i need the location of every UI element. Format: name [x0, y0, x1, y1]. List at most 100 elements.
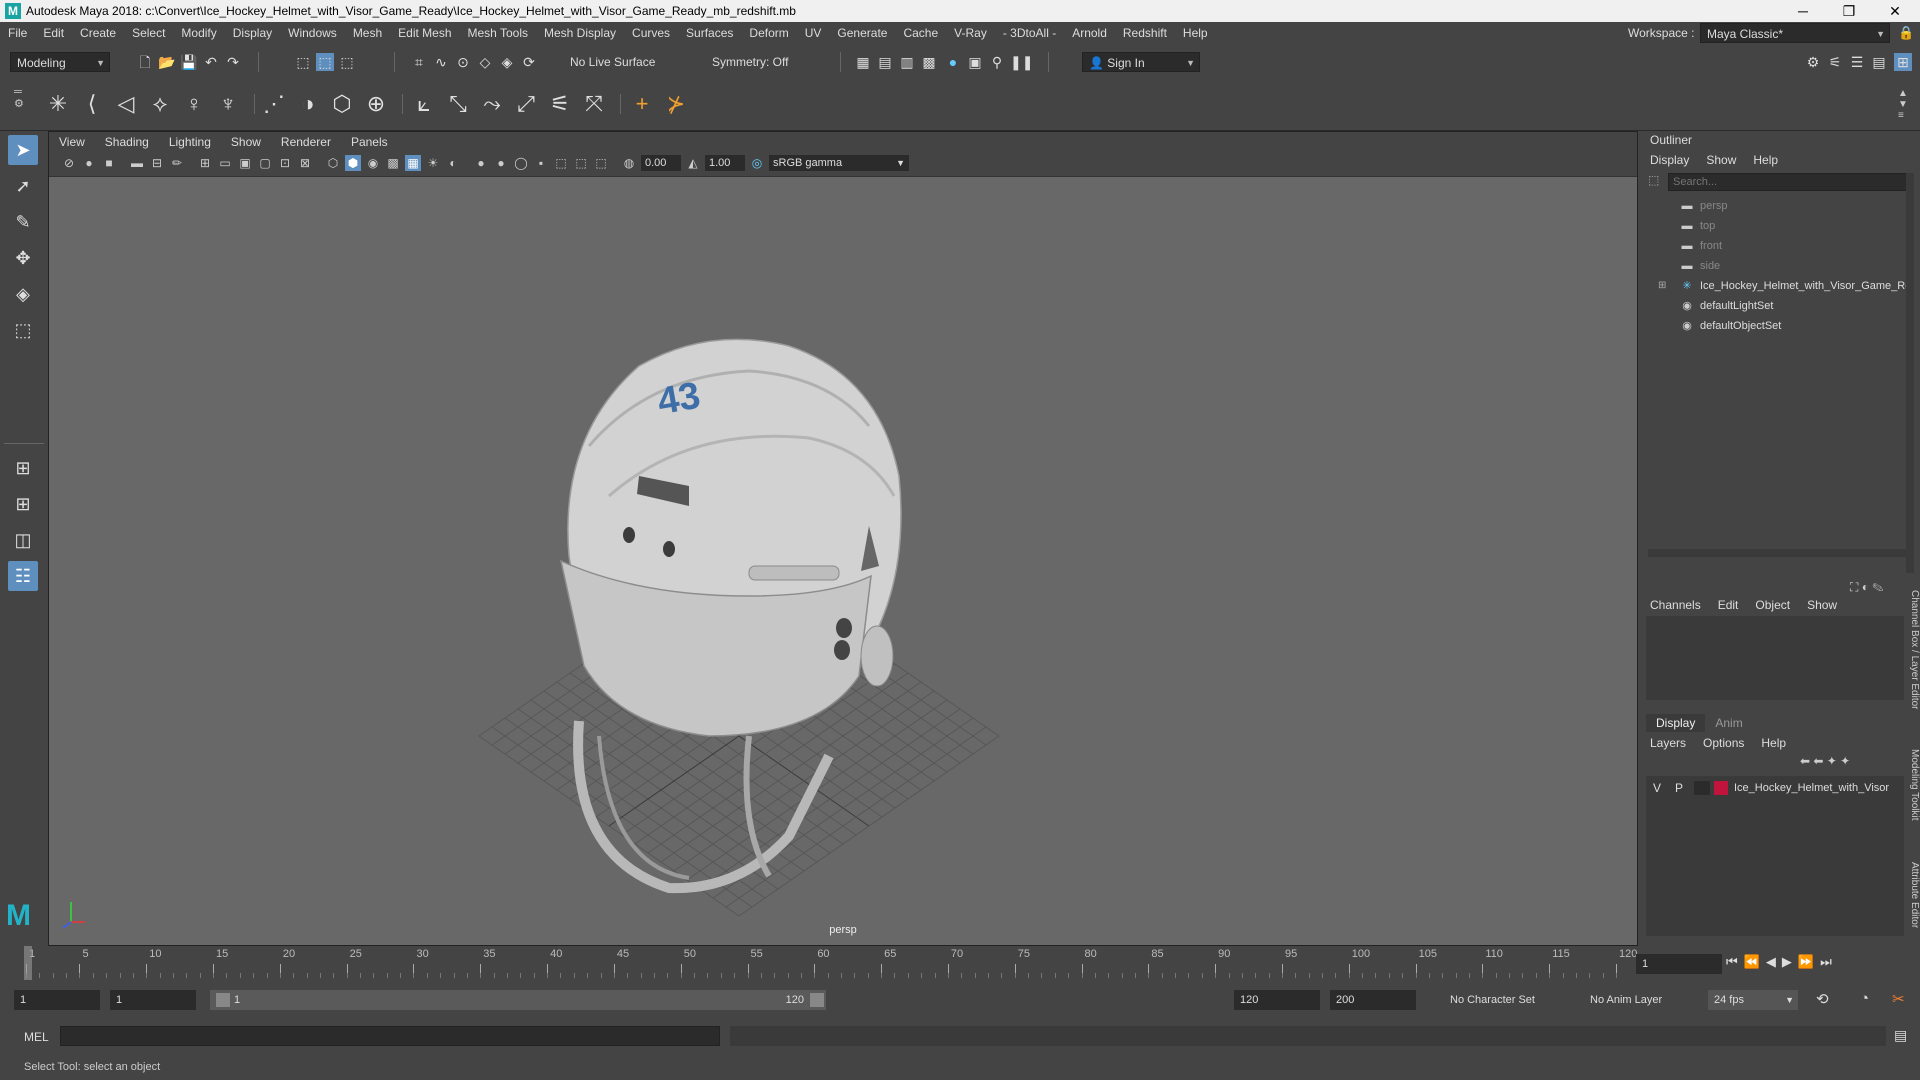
ipr-render-icon[interactable]: ▥ [898, 53, 916, 71]
toggle-attribute-editor-icon[interactable]: ⚟ [1826, 53, 1844, 71]
viewport-menu-panels[interactable]: Panels [341, 132, 398, 152]
outliner-item[interactable]: ⊞ ✳ Ice_Hockey_Helmet_with_Visor_Game_Re [1658, 277, 1911, 295]
cluster-icon[interactable]: ⋰ [260, 90, 288, 118]
render-frame-icon[interactable]: ▤ [876, 53, 894, 71]
redo-icon[interactable]: ↷ [224, 53, 242, 71]
menu-help[interactable]: Help [1175, 22, 1216, 44]
film-gate-icon[interactable]: ▭ [217, 155, 233, 171]
sculpt-icon[interactable]: ◑ [294, 90, 322, 118]
menu-curves[interactable]: Curves [624, 22, 678, 44]
tab-anim[interactable]: Anim [1705, 714, 1753, 732]
light-editor-icon[interactable]: ⚲ [988, 53, 1006, 71]
menu-mesh-tools[interactable]: Mesh Tools [460, 22, 536, 44]
close-button[interactable]: ✕ [1872, 0, 1918, 22]
menu-surfaces[interactable]: Surfaces [678, 22, 741, 44]
select-hierarchy-icon[interactable]: ⬚ [294, 53, 312, 71]
viewport-menu-shading[interactable]: Shading [95, 132, 159, 152]
render-setup-icon[interactable]: ▣ [966, 53, 984, 71]
symmetry-field[interactable]: Symmetry: Off [706, 52, 806, 72]
single-pane-layout-icon[interactable]: ⊞ [8, 453, 38, 483]
menu-modify[interactable]: Modify [173, 22, 224, 44]
lasso-tool-icon[interactable]: ➚ [8, 171, 38, 201]
pause-icon[interactable]: ❚❚ [1010, 53, 1033, 71]
channel-menu-edit[interactable]: Edit [1718, 596, 1748, 614]
mode-dropdown[interactable]: Modeling ▼ [10, 52, 110, 72]
outliner-vscrollbar[interactable] [1906, 173, 1914, 573]
range-handle-left[interactable] [216, 993, 230, 1008]
outliner-item[interactable]: ◉ defaultObjectSet [1680, 317, 1781, 335]
menu-windows[interactable]: Windows [280, 22, 345, 44]
loop-icon[interactable]: ⟲ [1816, 990, 1829, 1008]
shelf-menu-icon[interactable]: ═ ⚙ [14, 86, 24, 110]
menu-mesh-display[interactable]: Mesh Display [536, 22, 624, 44]
outliner-hscrollbar[interactable] [1648, 549, 1908, 557]
range-handle-right[interactable] [810, 993, 824, 1007]
character-icon[interactable]: ♀ [180, 90, 208, 118]
wireframe-icon[interactable]: ⬡ [325, 155, 341, 171]
gamma-icon[interactable]: ◭ [685, 155, 701, 171]
character-set-dropdown[interactable]: No Character Set [1444, 990, 1580, 1010]
menu-edit-mesh[interactable]: Edit Mesh [390, 22, 459, 44]
channel-menu-show[interactable]: Show [1807, 596, 1846, 614]
anim-prefs-icon[interactable]: ✂ [1892, 990, 1905, 1008]
new-scene-icon[interactable]: 🗋 [136, 53, 154, 71]
menu-file[interactable]: File [0, 22, 35, 44]
grease-pencil-icon[interactable]: ✏ [169, 155, 185, 171]
mel-label[interactable]: MEL [24, 1030, 49, 1044]
twist-icon[interactable]: ⤡ [444, 90, 472, 118]
move-tool-icon[interactable]: ✥ [8, 243, 38, 273]
outliner-menu-display[interactable]: Display [1650, 151, 1698, 169]
snap-live-icon[interactable]: ⟳ [520, 53, 538, 71]
layer-menu-help[interactable]: Help [1761, 734, 1795, 752]
snap-view-icon[interactable]: ◇ [476, 53, 494, 71]
channel-box-content[interactable] [1646, 616, 1904, 700]
snap-grid-icon[interactable]: ⌗ [410, 53, 428, 71]
toggle-channel-box-icon[interactable]: ▤ [1870, 53, 1888, 71]
color-space-dropdown[interactable]: sRGB gamma ▼ [769, 155, 909, 171]
wire-icon[interactable]: ⚟ [546, 90, 574, 118]
field-chart-icon[interactable]: ⊡ [277, 155, 293, 171]
maximize-button[interactable]: ❐ [1826, 0, 1872, 22]
outliner-search-input[interactable] [1668, 173, 1908, 191]
channel-menu-object[interactable]: Object [1755, 596, 1799, 614]
use-all-lights-icon[interactable]: ▦ [405, 155, 421, 171]
menu-generate[interactable]: Generate [829, 22, 895, 44]
current-time-marker[interactable] [24, 946, 32, 980]
outliner-item[interactable]: ▬ top [1680, 217, 1716, 235]
image-plane-icon[interactable]: ▬ [129, 155, 145, 171]
viewport-menu-renderer[interactable]: Renderer [271, 132, 341, 152]
snap-point-icon[interactable]: ⊙ [454, 53, 472, 71]
menu-redshift[interactable]: Redshift [1115, 22, 1175, 44]
2d-pan-icon[interactable]: ⊟ [149, 155, 165, 171]
playback-end-field[interactable]: 120 [1234, 990, 1320, 1010]
shelf-scroll-icon[interactable]: ▲ ▼ ≡ [1898, 88, 1908, 121]
color-management-icon[interactable]: ◎ [749, 155, 765, 171]
camera-attr-icon[interactable]: ● [81, 155, 97, 171]
joint-icon[interactable]: ⟨ [78, 90, 106, 118]
expand-icon[interactable]: ⊞ [1658, 277, 1666, 295]
layer-row[interactable]: V P Ice_Hockey_Helmet_with_Visor [1646, 778, 1904, 798]
layer-menu-layers[interactable]: Layers [1650, 734, 1695, 752]
toggle-tool-settings-icon[interactable]: ☰ [1848, 53, 1866, 71]
select-object-icon[interactable]: ⬚ [316, 53, 334, 71]
menu-cache[interactable]: Cache [895, 22, 946, 44]
layer-visibility-toggle[interactable]: V [1646, 781, 1668, 795]
snap-curve-icon[interactable]: ∿ [432, 53, 450, 71]
outliner-menu-show[interactable]: Show [1706, 151, 1745, 169]
scale-tool-icon[interactable]: ⬚ [8, 315, 38, 345]
menu-create[interactable]: Create [72, 22, 124, 44]
channel-box-side-tab[interactable]: Channel Box / Layer Editor [1902, 580, 1920, 720]
shadows-icon[interactable]: ☀ [425, 155, 441, 171]
exposure-icon[interactable]: ◍ [621, 155, 637, 171]
minimize-button[interactable]: ─ [1780, 0, 1826, 22]
command-input[interactable] [60, 1026, 720, 1046]
squash-icon[interactable]: ⤧ [580, 90, 608, 118]
bookmark-icon[interactable]: ■ [101, 155, 117, 171]
live-surface-field[interactable]: No Live Surface [564, 52, 664, 72]
depth-of-field-icon[interactable]: ◯ [513, 155, 529, 171]
open-scene-icon[interactable]: 📂 [158, 53, 176, 71]
select-tool-icon[interactable]: ➤ [8, 135, 38, 165]
playback-start-field[interactable]: 1 [110, 990, 196, 1010]
layer-action-icons[interactable]: ⬅ ⬅ ✦ ✦ [1800, 754, 1850, 768]
ik-spline-icon[interactable]: ⟡ [146, 90, 174, 118]
